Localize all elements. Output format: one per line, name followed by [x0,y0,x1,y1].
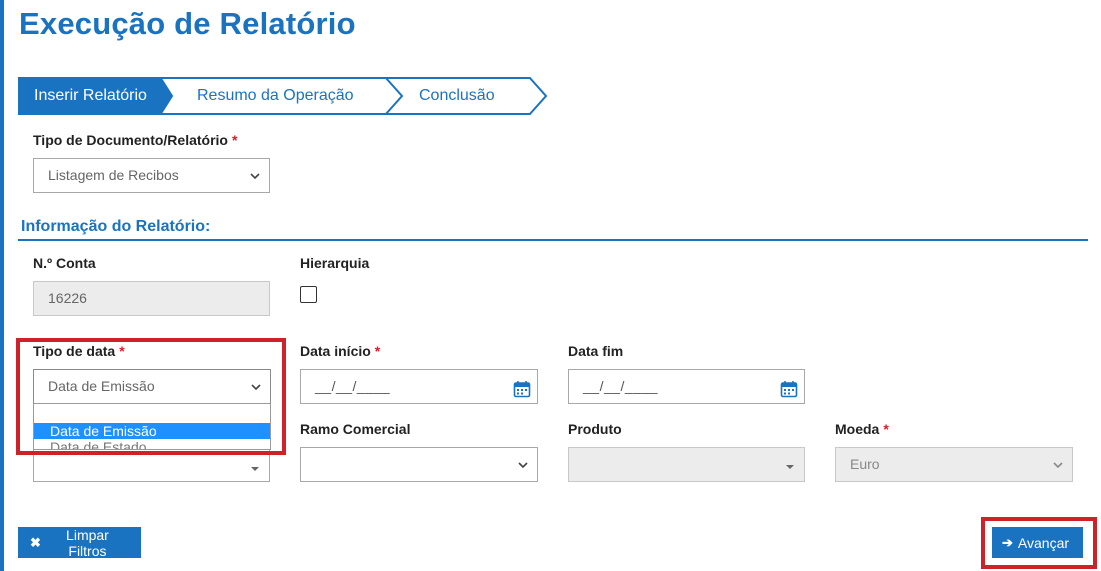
doc-type-value: Listagem de Recibos [48,167,179,183]
doc-type-label-text: Tipo de Documento/Relatório [33,132,228,148]
date-end-placeholder: __/__/____ [583,378,659,394]
required-mark: * [231,132,238,148]
clear-filters-label: Limpar Filtros [66,526,109,559]
doc-type-label: Tipo de Documento/Relatório * [33,132,237,148]
required-mark: * [883,421,889,437]
hierarchy-label: Hierarquia [300,255,370,271]
commercial-branch-label: Ramo Comercial [300,421,411,437]
chevron-down-icon [249,459,261,471]
arrow-right-icon: ➔ [1002,534,1013,550]
highlight-date-type [16,338,286,455]
page-title: Execução de Relatório [19,6,356,41]
section-title: Informação do Relatório: [21,218,211,235]
product-label: Produto [568,421,622,437]
account-label: N.º Conta [33,255,96,271]
calendar-icon[interactable] [780,377,798,398]
chevron-down-icon [784,459,796,471]
hierarchy-checkbox[interactable] [300,286,317,303]
calendar-icon[interactable] [513,377,531,398]
currency-label-text: Moeda [835,421,880,437]
chevron-down-icon [249,170,261,182]
doc-type-select[interactable]: Listagem de Recibos [33,158,270,193]
section-divider [18,239,1088,241]
chevron-down-icon [1052,459,1064,471]
date-end-input[interactable]: __/__/____ [568,369,805,404]
currency-select: Euro [835,447,1073,482]
currency-value: Euro [850,456,880,472]
clear-filters-button[interactable]: ✖ Limpar Filtros [18,526,141,559]
next-button[interactable]: ➔ Avançar [992,527,1083,558]
commercial-branch-select[interactable] [300,447,538,482]
date-end-label: Data fim [568,343,624,359]
step-progress: Inserir Relatório Resumo da Operação Con… [18,77,548,115]
date-start-placeholder: __/__/____ [315,378,391,394]
times-icon: ✖ [30,534,41,550]
chevron-down-icon [517,459,529,471]
account-value: 16226 [48,290,87,306]
next-label: Avançar [1017,534,1070,551]
product-select [568,447,805,482]
date-start-input[interactable]: __/__/____ [300,369,538,404]
left-accent-bar [0,0,4,571]
account-field: 16226 [33,281,270,316]
step-resumo-operacao[interactable]: Resumo da Operação [197,87,354,105]
required-mark: * [374,343,381,359]
date-start-label-text: Data início [300,343,371,359]
date-start-label: Data início * [300,343,380,359]
currency-label: Moeda * [835,421,889,437]
step-conclusao[interactable]: Conclusão [419,87,495,105]
step-inserir-relatorio[interactable]: Inserir Relatório [34,87,147,105]
